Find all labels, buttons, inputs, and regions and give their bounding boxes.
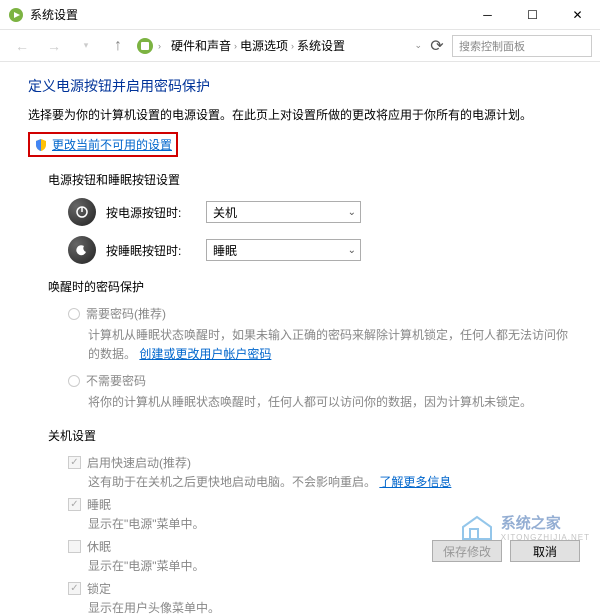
cancel-button[interactable]: 取消 (510, 540, 580, 562)
window-controls: ─ ☐ ✕ (465, 0, 600, 30)
breadcrumb-item[interactable]: 硬件和声音 (171, 37, 231, 54)
checkbox-icon (68, 540, 81, 553)
breadcrumb-sep: › (158, 41, 161, 51)
up-button[interactable]: ↑ (104, 32, 132, 60)
search-input[interactable]: 搜索控制面板 (452, 35, 592, 57)
titlebar: 系统设置 ─ ☐ ✕ (0, 0, 600, 30)
watermark: 系统之家 XITONGZHIJIA.NET (459, 512, 590, 542)
breadcrumb-sep: › (291, 41, 294, 51)
checkbox-label: 锁定 (87, 580, 111, 597)
dropdown-value: 睡眠 (213, 242, 237, 259)
control-panel-icon (136, 37, 154, 55)
learn-more-link[interactable]: 了解更多信息 (379, 475, 451, 489)
breadcrumb-chevron[interactable]: ⌄ (414, 40, 422, 51)
checkbox-icon (68, 498, 81, 511)
watermark-logo-icon (459, 513, 495, 541)
radio-no-password: 不需要密码 (68, 372, 572, 389)
page-title: 定义电源按钮并启用密码保护 (28, 76, 572, 96)
close-button[interactable]: ✕ (555, 0, 600, 30)
section-title: 电源按钮和睡眠按钮设置 (28, 171, 572, 188)
power-button-dropdown[interactable]: 关机 ⌄ (206, 201, 361, 223)
checkbox-sleep: 睡眠 (68, 496, 572, 513)
power-icon (68, 198, 96, 226)
checkbox-icon (68, 582, 81, 595)
minimize-button[interactable]: ─ (465, 0, 510, 30)
shield-icon (34, 138, 48, 152)
save-button[interactable]: 保存修改 (432, 540, 502, 562)
radio-label: 需要密码(推荐) (86, 305, 166, 322)
sleep-button-dropdown[interactable]: 睡眠 ⌄ (206, 239, 361, 261)
refresh-button[interactable]: ⟳ (426, 35, 448, 57)
power-options-icon (8, 7, 24, 23)
power-button-row: 按电源按钮时: 关机 ⌄ (28, 198, 572, 226)
power-button-label: 按电源按钮时: (106, 204, 196, 221)
checkbox-label: 休眠 (87, 538, 111, 555)
watermark-text: 系统之家 (501, 512, 590, 533)
checkbox-description: 这有助于在关机之后更快地启动电脑。不会影响重启。 了解更多信息 (68, 473, 572, 490)
radio-icon (68, 308, 80, 320)
footer: 保存修改 取消 (432, 540, 580, 562)
change-unavailable-link[interactable]: 更改当前不可用的设置 (52, 136, 172, 153)
navbar: ← → ▾ ↑ › 硬件和声音 › 电源选项 › 系统设置 ⌄ ⟳ 搜索控制面板 (0, 30, 600, 62)
maximize-button[interactable]: ☐ (510, 0, 555, 30)
radio-label: 不需要密码 (86, 372, 146, 389)
radio-require-password: 需要密码(推荐) (68, 305, 572, 322)
option-description: 将你的计算机从睡眠状态唤醒时，任何人都可以访问你的数据，因为计算机未锁定。 (68, 393, 572, 412)
wake-protection-section: 唤醒时的密码保护 需要密码(推荐) 计算机从睡眠状态唤醒时，如果未输入正确的密码… (28, 278, 572, 413)
checkbox-lock: 锁定 (68, 580, 572, 597)
recent-chevron[interactable]: ▾ (72, 32, 100, 60)
section-title: 关机设置 (28, 427, 572, 444)
breadcrumb: 硬件和声音 › 电源选项 › 系统设置 (165, 37, 410, 54)
window-title: 系统设置 (30, 6, 465, 23)
chevron-down-icon: ⌄ (348, 245, 356, 256)
checkbox-fast-startup: 启用快速启动(推荐) (68, 454, 572, 471)
sleep-button-label: 按睡眠按钮时: (106, 242, 196, 259)
breadcrumb-item[interactable]: 电源选项 (240, 37, 288, 54)
highlighted-link-box: 更改当前不可用的设置 (28, 132, 178, 157)
breadcrumb-item[interactable]: 系统设置 (297, 37, 345, 54)
radio-icon (68, 375, 80, 387)
sleep-button-row: 按睡眠按钮时: 睡眠 ⌄ (28, 236, 572, 264)
sleep-icon (68, 236, 96, 264)
checkbox-icon (68, 456, 81, 469)
page-description: 选择要为你的计算机设置的电源设置。在此页上对设置所做的更改将应用于你所有的电源计… (28, 106, 572, 124)
back-button[interactable]: ← (8, 32, 36, 60)
option-description: 计算机从睡眠状态唤醒时，如果未输入正确的密码来解除计算机锁定，任何人都无法访问你… (68, 326, 572, 364)
checkbox-label: 启用快速启动(推荐) (87, 454, 191, 471)
checkbox-label: 睡眠 (87, 496, 111, 513)
checkbox-description: 显示在用户头像菜单中。 (68, 599, 572, 616)
create-password-link[interactable]: 创建或更改用户帐户密码 (139, 347, 271, 361)
dropdown-value: 关机 (213, 204, 237, 221)
section-title: 唤醒时的密码保护 (28, 278, 572, 295)
forward-button[interactable]: → (40, 32, 68, 60)
chevron-down-icon: ⌄ (348, 207, 356, 218)
breadcrumb-sep: › (234, 41, 237, 51)
power-button-section: 电源按钮和睡眠按钮设置 按电源按钮时: 关机 ⌄ 按睡眠按钮时: 睡眠 ⌄ (28, 171, 572, 264)
